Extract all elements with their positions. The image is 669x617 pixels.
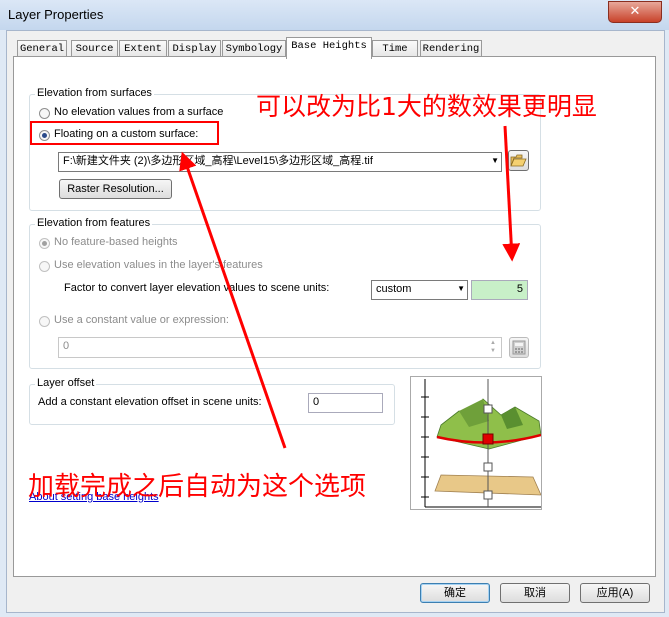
cancel-button[interactable]: 取消 [500,583,570,603]
tab-base-heights[interactable]: Base Heights [286,37,372,59]
apply-button[interactable]: 应用(A) [580,583,650,603]
arrow-to-floating-icon [179,151,287,449]
arrow-to-factor-icon [502,125,521,262]
annotation-arrows [179,125,521,449]
ok-button[interactable]: 确定 [420,583,490,603]
